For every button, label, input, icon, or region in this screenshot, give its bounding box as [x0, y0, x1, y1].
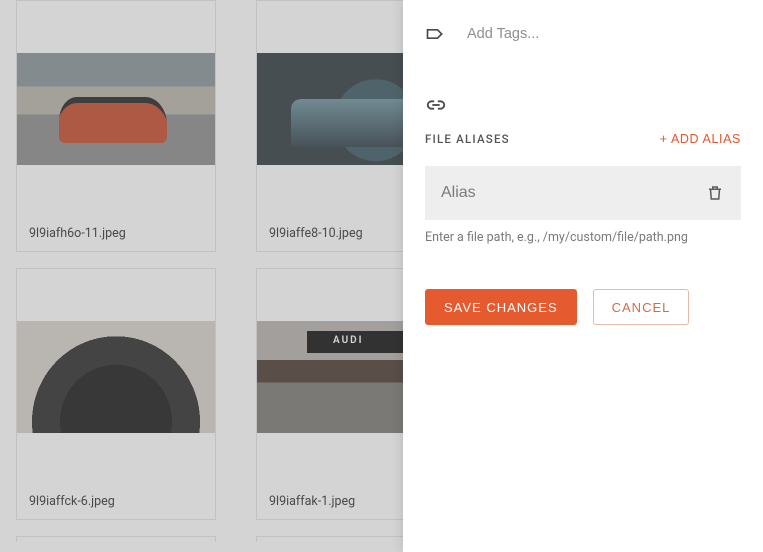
alias-input[interactable] — [441, 184, 691, 202]
aliases-header: FILE ALIASES + ADD ALIAS — [425, 132, 741, 146]
add-alias-button[interactable]: + ADD ALIAS — [660, 132, 741, 146]
details-panel: FILE ALIASES + ADD ALIAS Enter a file pa… — [403, 0, 763, 552]
tags-input[interactable] — [467, 26, 741, 42]
aliases-icon-row — [425, 98, 741, 112]
trash-icon — [706, 183, 724, 203]
alias-hint: Enter a file path, e.g., /my/custom/file… — [425, 230, 741, 245]
aliases-section-label: FILE ALIASES — [425, 132, 510, 146]
panel-actions: SAVE CHANGES CANCEL — [425, 289, 741, 325]
delete-alias-button[interactable] — [699, 177, 731, 209]
alias-field — [425, 166, 741, 220]
link-icon — [425, 98, 741, 112]
tags-row — [425, 22, 741, 46]
save-button[interactable]: SAVE CHANGES — [425, 289, 577, 325]
cancel-button[interactable]: CANCEL — [593, 289, 690, 325]
tag-icon — [425, 24, 445, 44]
